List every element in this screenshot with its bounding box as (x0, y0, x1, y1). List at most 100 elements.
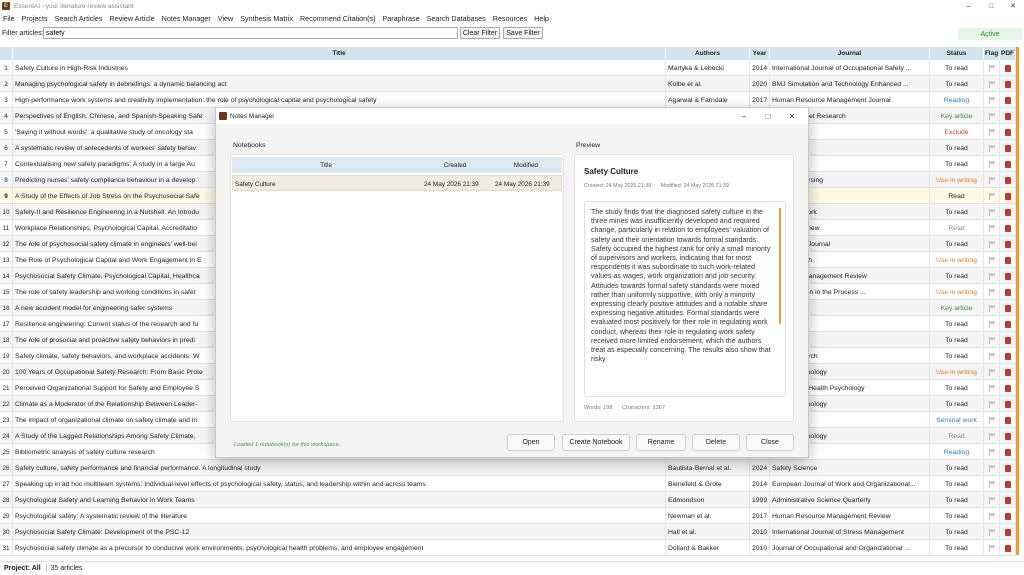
table-row[interactable]: 27 Speaking up in ad hoc multiteam system… (0, 476, 1016, 492)
pdf-cell[interactable] (1000, 188, 1016, 204)
menu-recommend-citations[interactable]: Recommend Citation(s) (300, 14, 376, 23)
pdf-icon[interactable] (1004, 112, 1011, 120)
table-row[interactable]: 31 Psychosocial safety climate as a precu… (0, 540, 1016, 556)
flag-cell[interactable] (984, 364, 1000, 380)
notebook-row[interactable]: Safety Culture 24 May 2026 21:39 24 May … (232, 175, 562, 191)
minimize-icon[interactable]: – (732, 108, 756, 124)
flag-cell[interactable] (984, 540, 1000, 556)
pdf-cell[interactable] (1000, 508, 1016, 524)
pdf-icon[interactable] (1004, 192, 1011, 200)
table-row[interactable]: 3 High-performance work systems and creat… (0, 92, 1016, 108)
table-row[interactable]: 29 Psychological safety: A systematic rev… (0, 508, 1016, 524)
table-row[interactable]: 1 Safety Culture in High-Risk Industries M… (0, 60, 1016, 76)
pdf-icon[interactable] (1004, 64, 1011, 72)
menu-notes-manager[interactable]: Notes Manager (162, 14, 211, 23)
filter-input[interactable] (43, 27, 458, 39)
header-title[interactable]: Title (13, 47, 666, 60)
pdf-icon[interactable] (1004, 272, 1011, 280)
nb-header-modified[interactable]: Modified (490, 157, 562, 173)
delete-button[interactable]: Delete (692, 434, 740, 451)
menu-help[interactable]: Help (534, 14, 549, 23)
pdf-cell[interactable] (1000, 380, 1016, 396)
flag-cell[interactable] (984, 428, 1000, 444)
pdf-cell[interactable] (1000, 156, 1016, 172)
flag-icon[interactable] (988, 96, 995, 104)
pdf-cell[interactable] (1000, 76, 1016, 92)
flag-icon[interactable] (988, 384, 995, 392)
table-row[interactable]: 28 Psychological Safety and Learning Beha… (0, 492, 1016, 508)
pdf-icon[interactable] (1004, 96, 1011, 104)
flag-icon[interactable] (988, 224, 995, 232)
flag-icon[interactable] (988, 288, 995, 296)
flag-icon[interactable] (988, 448, 995, 456)
flag-icon[interactable] (988, 368, 995, 376)
pdf-cell[interactable] (1000, 428, 1016, 444)
create-notebook-button[interactable]: Create Notebook (562, 434, 630, 451)
maximize-icon[interactable]: □ (756, 108, 780, 124)
pdf-cell[interactable] (1000, 284, 1016, 300)
flag-icon[interactable] (988, 160, 995, 168)
pdf-cell[interactable] (1000, 60, 1016, 76)
flag-icon[interactable] (988, 496, 995, 504)
flag-cell[interactable] (984, 108, 1000, 124)
pdf-icon[interactable] (1004, 256, 1011, 264)
flag-icon[interactable] (988, 320, 995, 328)
flag-cell[interactable] (984, 300, 1000, 316)
pdf-cell[interactable] (1000, 460, 1016, 476)
pdf-icon[interactable] (1004, 480, 1011, 488)
flag-icon[interactable] (988, 272, 995, 280)
pdf-icon[interactable] (1004, 432, 1011, 440)
flag-cell[interactable] (984, 140, 1000, 156)
flag-cell[interactable] (984, 204, 1000, 220)
pdf-cell[interactable] (1000, 268, 1016, 284)
flag-cell[interactable] (984, 156, 1000, 172)
nb-header-created[interactable]: Created (420, 157, 490, 173)
pdf-icon[interactable] (1004, 160, 1011, 168)
menu-paraphrase[interactable]: Paraphrase (382, 14, 419, 23)
pdf-icon[interactable] (1004, 288, 1011, 296)
flag-icon[interactable] (988, 352, 995, 360)
pdf-icon[interactable] (1004, 448, 1011, 456)
pdf-icon[interactable] (1004, 496, 1011, 504)
pdf-icon[interactable] (1004, 208, 1011, 216)
pdf-icon[interactable] (1004, 384, 1011, 392)
header-journal[interactable]: Journal (770, 47, 930, 60)
pdf-icon[interactable] (1004, 304, 1011, 312)
pdf-cell[interactable] (1000, 316, 1016, 332)
flag-icon[interactable] (988, 512, 995, 520)
pdf-icon[interactable] (1004, 368, 1011, 376)
flag-cell[interactable] (984, 380, 1000, 396)
pdf-cell[interactable] (1000, 204, 1016, 220)
flag-icon[interactable] (988, 208, 995, 216)
header-authors[interactable]: Authors (666, 47, 750, 60)
pdf-icon[interactable] (1004, 320, 1011, 328)
flag-cell[interactable] (984, 508, 1000, 524)
pdf-icon[interactable] (1004, 400, 1011, 408)
flag-icon[interactable] (988, 528, 995, 536)
pdf-icon[interactable] (1004, 464, 1011, 472)
flag-cell[interactable] (984, 412, 1000, 428)
preview-text-box[interactable]: The study finds that the diagnosed safet… (584, 201, 786, 397)
open-button[interactable]: Open (507, 434, 555, 451)
flag-cell[interactable] (984, 524, 1000, 540)
menu-projects[interactable]: Projects (22, 14, 48, 23)
flag-icon[interactable] (988, 336, 995, 344)
maximize-icon[interactable]: □ (980, 0, 1002, 12)
flag-cell[interactable] (984, 396, 1000, 412)
flag-cell[interactable] (984, 188, 1000, 204)
table-row[interactable]: 2 Managing psychological safety in debrie… (0, 76, 1016, 92)
pdf-icon[interactable] (1004, 80, 1011, 88)
pdf-cell[interactable] (1000, 396, 1016, 412)
menu-synthesis-matrix[interactable]: Synthesis Matrix (240, 14, 293, 23)
pdf-cell[interactable] (1000, 412, 1016, 428)
flag-cell[interactable] (984, 316, 1000, 332)
pdf-icon[interactable] (1004, 528, 1011, 536)
pdf-icon[interactable] (1004, 544, 1011, 552)
pdf-icon[interactable] (1004, 352, 1011, 360)
menu-search-databases[interactable]: Search Databases (427, 14, 486, 23)
close-icon[interactable]: ✕ (780, 108, 804, 124)
flag-icon[interactable] (988, 192, 995, 200)
flag-icon[interactable] (988, 480, 995, 488)
pdf-icon[interactable] (1004, 176, 1011, 184)
table-row[interactable]: 30 Psychosocial Safety Climate: Developme… (0, 524, 1016, 540)
